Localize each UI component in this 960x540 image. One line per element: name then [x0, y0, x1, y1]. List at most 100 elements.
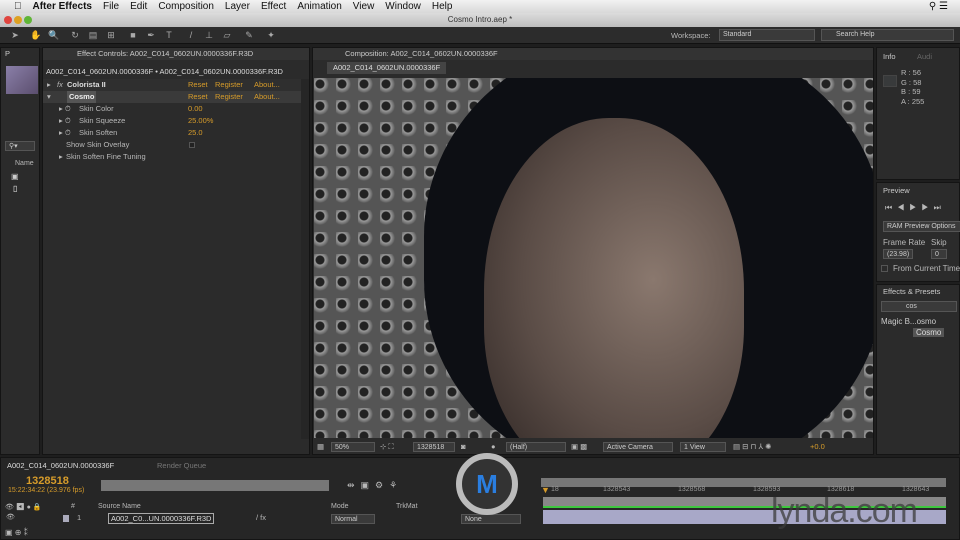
rotate-tool-icon[interactable]: ↻: [70, 30, 80, 40]
pen-tool-icon[interactable]: ✒: [146, 30, 156, 40]
timeline-search-input[interactable]: [101, 480, 329, 491]
label-color[interactable]: [63, 515, 69, 522]
search-help-input[interactable]: Search Help: [821, 29, 954, 41]
effect-cosmo-item[interactable]: Cosmo: [913, 328, 945, 337]
tab-project[interactable]: P: [1, 48, 39, 60]
skip-select[interactable]: 0: [931, 249, 947, 259]
region-icon[interactable]: ▦: [317, 440, 324, 454]
effects-category[interactable]: Magic B...osmo: [881, 317, 936, 326]
tab-audio[interactable]: Audi: [917, 51, 932, 63]
param-value[interactable]: 25.0: [188, 127, 203, 139]
resolution-select[interactable]: (Half): [506, 442, 566, 452]
menu-app[interactable]: After Effects: [33, 1, 92, 12]
minimize-button[interactable]: [14, 16, 22, 24]
project-search-icon[interactable]: ⚲▾: [5, 141, 35, 151]
view-layout-select[interactable]: 1 View: [680, 442, 726, 452]
rectangle-tool-icon[interactable]: ■: [128, 30, 138, 40]
fx-icon[interactable]: fx: [57, 79, 63, 91]
reset-link[interactable]: Reset: [188, 79, 208, 91]
menu-view[interactable]: View: [353, 1, 375, 12]
camera-select[interactable]: Active Camera: [603, 442, 673, 452]
tab-effect-controls[interactable]: Effect Controls: A002_C014_0602UN.000033…: [43, 48, 309, 60]
eraser-tool-icon[interactable]: ▱: [222, 30, 232, 40]
register-link[interactable]: Register: [215, 91, 243, 103]
from-current-checkbox[interactable]: [881, 265, 888, 272]
clone-tool-icon[interactable]: ⊥: [204, 30, 214, 40]
blend-mode-select[interactable]: Normal: [331, 514, 375, 524]
stopwatch-icon[interactable]: ▸ ⏱: [59, 127, 71, 139]
effect-colorista[interactable]: ▸ fx Colorista II Reset Register About..…: [43, 79, 301, 91]
effects-search-input[interactable]: cos: [881, 301, 957, 312]
menu-effect[interactable]: Effect: [261, 1, 286, 12]
zoom-button[interactable]: [24, 16, 32, 24]
param-value[interactable]: 25.00%: [188, 115, 213, 127]
comp-viewer[interactable]: [314, 78, 873, 438]
spotlight-icon[interactable]: ⚲ ☰: [929, 1, 948, 12]
footage-file-icon[interactable]: ▯: [13, 184, 17, 193]
menu-animation[interactable]: Animation: [297, 1, 341, 12]
visibility-icon[interactable]: 👁: [6, 513, 15, 521]
tab-effects-presets[interactable]: Effects & Presets: [883, 286, 940, 298]
zoom-tool-icon[interactable]: 🔍: [48, 30, 59, 40]
name-column-header[interactable]: Name: [15, 160, 34, 167]
apple-icon[interactable]: : [14, 1, 22, 12]
layer-name[interactable]: A002_C0...UN.0000336F.R3D: [108, 513, 215, 524]
parent-select[interactable]: None: [461, 514, 521, 524]
puppet-tool-icon[interactable]: ✦: [266, 30, 276, 40]
timeline-bottom-icons[interactable]: ▣ ⊕ ⁑: [5, 528, 28, 537]
snapshot-icon[interactable]: ◙: [461, 440, 466, 454]
playhead-icon[interactable]: ▼: [541, 485, 550, 495]
menu-layer[interactable]: Layer: [225, 1, 250, 12]
exposure-value[interactable]: +0.0: [810, 440, 825, 454]
reset-link[interactable]: Reset: [188, 91, 208, 103]
magnification-select[interactable]: 50%: [331, 442, 375, 452]
grid-icon[interactable]: ⊹ ⛶: [380, 440, 394, 454]
current-time[interactable]: 1328518: [413, 442, 455, 452]
param-skin-squeeze[interactable]: ▸ ⏱ Skin Squeeze 25.00%: [43, 115, 301, 127]
param-value[interactable]: 0.00: [188, 103, 203, 115]
about-link[interactable]: About...: [254, 91, 280, 103]
trkmat-header[interactable]: TrkMat: [396, 503, 418, 510]
about-link[interactable]: About...: [254, 79, 280, 91]
stopwatch-icon[interactable]: ▸ ⏱: [59, 103, 71, 115]
expand-arrow-icon[interactable]: ▸: [59, 151, 63, 163]
collapse-arrow-icon[interactable]: ▾: [47, 91, 51, 103]
tab-preview[interactable]: Preview: [883, 185, 910, 197]
brush-tool-icon[interactable]: /: [186, 30, 196, 40]
frame-rate-select[interactable]: (23.98): [883, 249, 913, 259]
menu-window[interactable]: Window: [385, 1, 421, 12]
fx-switch[interactable]: / fx: [256, 513, 266, 522]
timeline-timecode[interactable]: 1328518: [26, 475, 69, 487]
transparency-grid-icon[interactable]: ▣ ▩: [571, 440, 587, 454]
ram-preview-options[interactable]: RAM Preview Options: [883, 221, 960, 232]
playback-controls[interactable]: ⏮◀▶▶⏭: [885, 203, 946, 213]
type-tool-icon[interactable]: T: [164, 30, 174, 40]
comp-subtab[interactable]: A002_C014_0602UN.0000336F: [327, 62, 447, 74]
register-link[interactable]: Register: [215, 79, 243, 91]
workspace-select[interactable]: Standard: [719, 29, 815, 41]
view-toggles-icon[interactable]: ▤ ⊟ ⊓ ⅄ ✺: [733, 440, 771, 454]
pan-behind-tool-icon[interactable]: ⊞: [106, 30, 116, 40]
expand-arrow-icon[interactable]: ▸: [47, 79, 51, 91]
tab-timeline[interactable]: A002_C014_0602UN.0000336F: [7, 460, 114, 472]
skin-overlay-checkbox[interactable]: [189, 142, 195, 148]
close-button[interactable]: [4, 16, 12, 24]
source-name-header[interactable]: Source Name: [98, 503, 141, 510]
channel-icon[interactable]: ●: [491, 440, 496, 454]
stopwatch-icon[interactable]: ▸ ⏱: [59, 115, 71, 127]
menu-composition[interactable]: Composition: [158, 1, 214, 12]
mode-header[interactable]: Mode: [331, 503, 349, 510]
hand-tool-icon[interactable]: ✋: [30, 30, 41, 40]
scrollbar[interactable]: [301, 79, 309, 439]
menu-file[interactable]: File: [103, 1, 119, 12]
camera-tool-icon[interactable]: ▤: [88, 30, 98, 40]
selection-tool-icon[interactable]: ➤: [10, 30, 20, 40]
layer-row[interactable]: 👁 1 A002_C0...UN.0000336F.R3D / fx Norma…: [1, 513, 531, 525]
param-skin-color[interactable]: ▸ ⏱ Skin Color 0.00: [43, 103, 301, 115]
menu-edit[interactable]: Edit: [130, 1, 147, 12]
composition-icon[interactable]: ▣: [11, 172, 19, 181]
tab-render-queue[interactable]: Render Queue: [157, 460, 206, 472]
param-skin-soften-fine-tuning[interactable]: ▸ Skin Soften Fine Tuning: [43, 151, 301, 163]
param-skin-soften[interactable]: ▸ ⏱ Skin Soften 25.0: [43, 127, 301, 139]
roto-brush-icon[interactable]: ✎: [244, 30, 254, 40]
